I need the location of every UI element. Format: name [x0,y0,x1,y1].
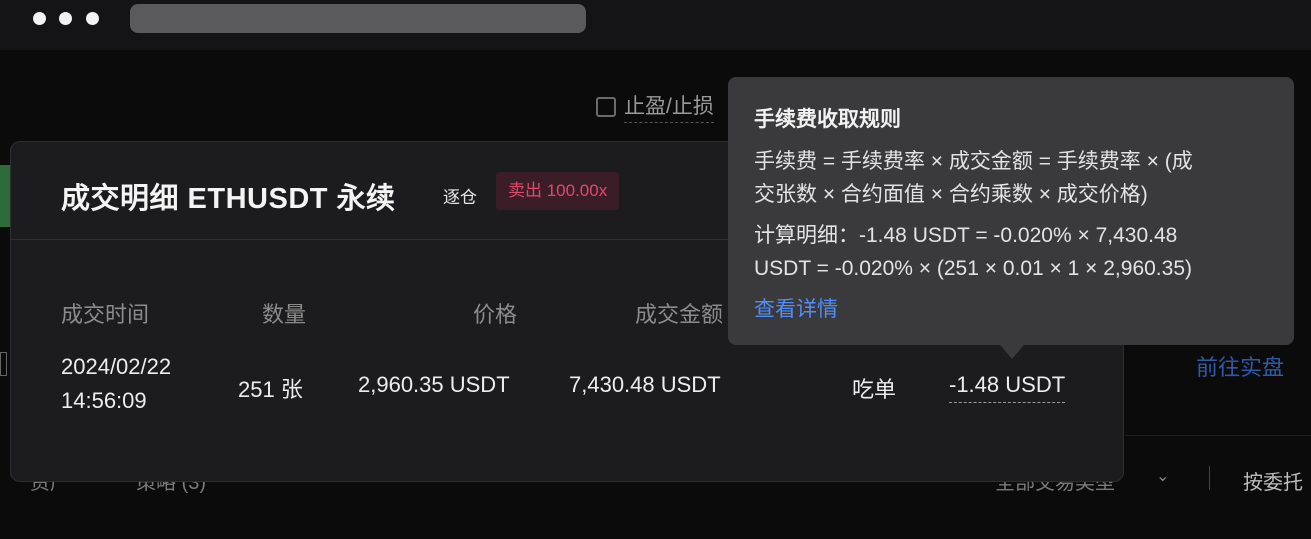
trade-date: 2024/02/22 [61,354,172,379]
column-header-quantity: 数量 [262,302,307,327]
column-header-amount: 成交金额 [635,302,724,327]
background-divider [1125,435,1311,436]
fee-formula-line-2: 交张数 × 合约面值 × 合约乘数 × 成交价格) [754,183,1148,206]
window-titlebar [0,0,1311,50]
tp-sl-option[interactable]: 止盈/止损 [596,90,714,123]
background-box [0,352,7,376]
tooltip-title: 手续费收取规则 [754,108,901,131]
fee-calc-line-2: USDT = -0.020% × (251 × 0.01 × 1 × 2,960… [754,257,1192,280]
column-header-price: 价格 [473,302,518,327]
trade-role: 吃单 [852,377,897,402]
sell-leverage-badge: 卖出 100.00x [496,172,620,210]
window-dot-1[interactable] [33,12,46,25]
fee-formula: 手续费 = 手续费率 × 成交金额 = 手续费率 × (成 交张数 × 合约面值… [754,145,1268,211]
tooltip-arrow [1000,345,1024,359]
goto-live-link[interactable]: 前往实盘 [1196,350,1284,382]
tp-sl-checkbox[interactable] [596,96,616,117]
modal-title: 成交明细 ETHUSDT 永续 [61,183,396,215]
view-details-link[interactable]: 查看详情 [754,293,1268,323]
chevron-down-icon[interactable]: ⌄ [1156,466,1169,486]
trade-price: 2,960.35 USDT [358,372,510,397]
fee-formula-line-1: 手续费 = 手续费率 × 成交金额 = 手续费率 × (成 [754,150,1193,173]
window-dot-3[interactable] [86,12,99,25]
trade-amount: 7,430.48 USDT [569,372,721,397]
fee-calculation: 计算明细：-1.48 USDT = -0.020% × 7,430.48 USD… [754,219,1268,285]
fee-calc-line-1: 计算明细：-1.48 USDT = -0.020% × 7,430.48 [754,224,1178,247]
window-dot-2[interactable] [59,12,72,25]
trade-time: 14:56:09 [61,388,147,413]
address-bar[interactable] [130,4,586,33]
by-order-button[interactable]: 按委托 [1243,466,1303,495]
margin-mode-tag: 逐仓 [443,188,477,207]
fee-rule-tooltip: 手续费收取规则 手续费 = 手续费率 × 成交金额 = 手续费率 × (成 交张… [728,77,1294,345]
column-header-time: 成交时间 [61,302,150,327]
trade-quantity: 251 张 [238,377,303,402]
tp-sl-label: 止盈/止损 [624,90,714,123]
toolbar-divider [1209,466,1210,490]
trade-fee[interactable]: -1.48 USDT [949,372,1066,403]
